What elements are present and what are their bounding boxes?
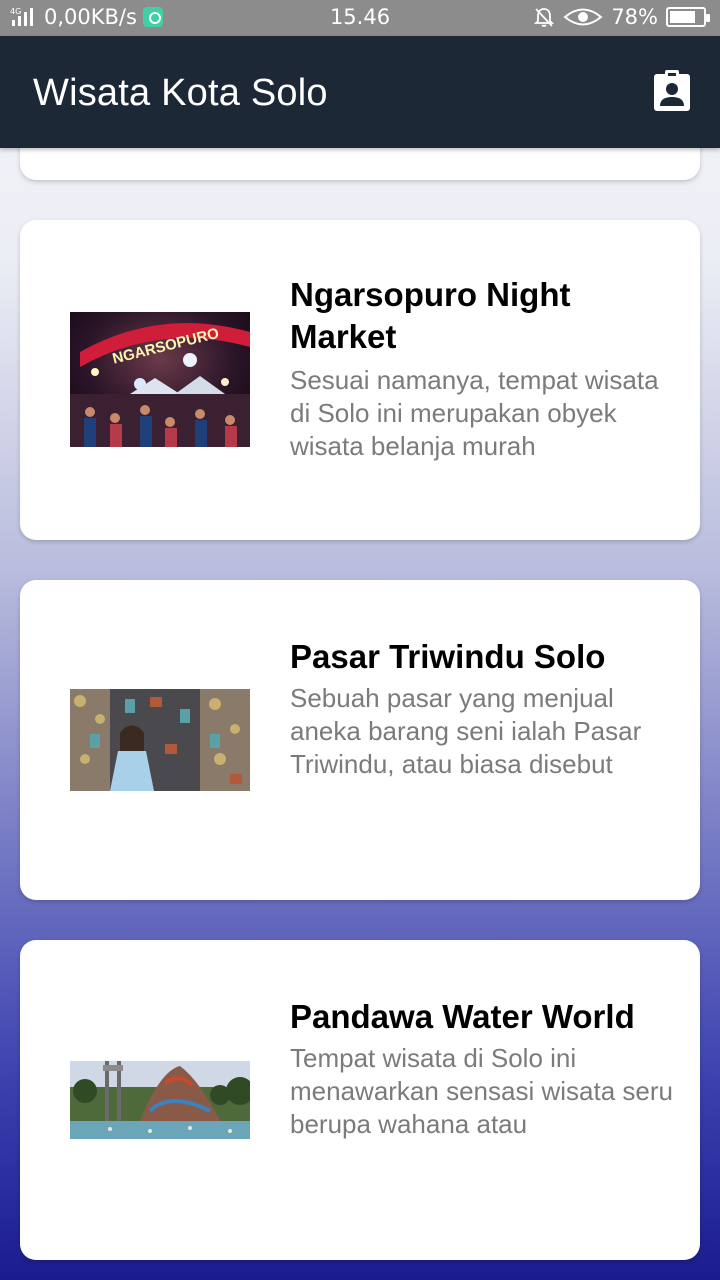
place-description: Sebuah pasar yang menjual aneka barang s… — [290, 683, 642, 779]
place-photo — [70, 1061, 250, 1139]
place-title: Pandawa Water World — [290, 998, 635, 1035]
place-card[interactable]: Pandawa Water World Tempat wisata di Sol… — [20, 940, 700, 1260]
contact-card-icon[interactable] — [653, 70, 691, 112]
place-description: Sesuai namanya, tempat wisata di Solo in… — [290, 365, 659, 461]
app-title: Wisata Kota Solo — [33, 72, 328, 114]
battery-percent: 78% — [611, 5, 658, 29]
battery-fill — [670, 11, 695, 23]
bell-muted-icon — [534, 8, 555, 27]
place-card[interactable]: Pasar Triwindu Solo Sebuah pasar yang me… — [20, 580, 700, 900]
night-market-photo: NGARSOPURO — [70, 312, 250, 447]
eye-icon — [563, 8, 603, 26]
status-bar: 4G 0,00KB/s 15.46 78% — [0, 0, 720, 36]
battery-icon — [666, 7, 710, 27]
place-photo — [70, 689, 250, 791]
app-bar: Wisata Kota Solo — [0, 36, 720, 148]
place-card[interactable]: NGARSOPURO Ngarsopuro Night Market Sesua… — [20, 220, 700, 540]
art-market-photo — [70, 689, 250, 791]
place-title: Pasar Triwindu Solo — [290, 638, 606, 675]
places-list[interactable]: NGARSOPURO Ngarsopuro Night Market Sesua… — [0, 148, 720, 1280]
status-right: 78% — [533, 5, 710, 29]
place-title: Ngarsopuro Night Market — [290, 276, 571, 355]
place-description: Tempat wisata di Solo ini menawarkan sen… — [290, 1043, 673, 1139]
place-photo: NGARSOPURO — [70, 312, 250, 447]
place-card-partial[interactable] — [20, 148, 700, 180]
water-park-photo — [70, 1061, 250, 1139]
